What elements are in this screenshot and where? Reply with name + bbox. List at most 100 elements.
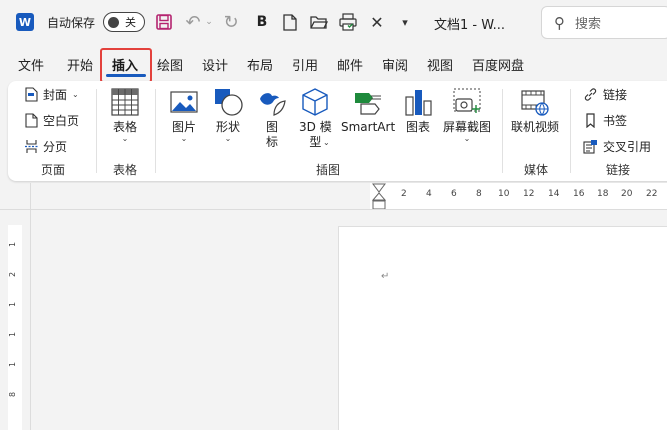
ruler-tick-label: 1 <box>8 241 18 248</box>
insert-tab-highlight-box <box>100 48 152 83</box>
save-icon[interactable] <box>155 13 173 31</box>
smartart-label: SmartArt <box>341 120 396 134</box>
icons-label-line2: 标 <box>265 135 278 149</box>
bookmark-button[interactable]: 书签 <box>583 112 627 129</box>
online-video-label: 联机视频 <box>511 120 560 134</box>
document-page[interactable] <box>338 226 667 430</box>
3d-models-button[interactable]: 3D 模 型 ⌄ <box>299 87 332 150</box>
ruler-tick-label: 2 <box>8 271 18 278</box>
ruler-tick-label: 2 <box>401 189 407 199</box>
page-break-label: 分页 <box>43 140 68 154</box>
group-divider <box>502 89 503 173</box>
group-divider <box>570 89 571 173</box>
redo-icon[interactable]: ↻ <box>222 12 240 33</box>
smartart-icon <box>355 93 382 115</box>
bar-chart-icon <box>405 90 432 116</box>
chart-label: 图表 <box>405 120 430 134</box>
ruler-tick-label: 22 <box>646 189 658 199</box>
group-label-tables: 表格 <box>113 163 138 177</box>
tab-draw[interactable]: 绘图 <box>157 55 183 74</box>
bookmark-icon <box>586 113 595 128</box>
screenshot-label: 屏幕截图 <box>443 120 492 134</box>
link-button[interactable]: 链接 <box>583 86 627 103</box>
vertical-ruler-text-area <box>8 225 22 430</box>
link-label: 链接 <box>603 88 628 102</box>
tab-layout[interactable]: 布局 <box>247 55 273 74</box>
tab-baidu-netdisk[interactable]: 百度网盘 <box>472 55 524 74</box>
tab-home[interactable]: 开始 <box>67 55 93 74</box>
table-label: 表格 <box>112 120 137 134</box>
cross-reference-label: 交叉引用 <box>603 140 652 154</box>
ruler-tick-label: 4 <box>426 189 432 199</box>
autosave-state: 关 <box>125 16 136 29</box>
ruler-tick-label: 1 <box>8 301 18 308</box>
pictures-label: 图片 <box>171 120 196 134</box>
chevron-down-icon: ⌄ <box>224 134 232 143</box>
3d-cube-icon <box>302 88 329 116</box>
cover-page-button[interactable]: 封面 ⌄ <box>25 86 79 103</box>
tab-file[interactable]: 文件 <box>18 55 44 74</box>
open-folder-icon[interactable] <box>310 13 328 31</box>
page-break-button[interactable]: 分页 <box>25 138 67 155</box>
online-video-icon <box>521 90 549 116</box>
bold-button[interactable]: B <box>254 13 270 31</box>
undo-icon[interactable]: ↶ <box>184 12 202 33</box>
group-divider <box>96 89 97 173</box>
online-video-button[interactable]: 联机视频 <box>511 87 559 135</box>
cover-page-icon <box>25 87 38 102</box>
blank-page-label: 空白页 <box>43 114 80 128</box>
indent-marker-icon[interactable] <box>371 183 387 211</box>
chart-button[interactable]: 图表 <box>403 87 433 135</box>
ruler-tick-label: 8 <box>8 391 18 398</box>
undo-dropdown-chevron-icon[interactable]: ⌄ <box>204 14 214 30</box>
ruler-tick-label: 1 <box>8 361 18 368</box>
shapes-button[interactable]: 形状 ⌄ <box>213 87 243 143</box>
tab-view[interactable]: 视图 <box>427 55 453 74</box>
group-label-links: 链接 <box>606 163 631 177</box>
bookmark-label: 书签 <box>603 114 628 128</box>
shapes-icon <box>215 89 243 116</box>
tab-mailings[interactable]: 邮件 <box>337 55 363 74</box>
ruler-divider <box>0 209 667 210</box>
pictures-button[interactable]: 图片 ⌄ <box>169 87 199 143</box>
tab-review[interactable]: 审阅 <box>382 55 408 74</box>
autosave-toggle[interactable]: 关 <box>103 12 145 32</box>
ruler-tick-label: 8 <box>476 189 482 199</box>
close-icon[interactable]: ✕ <box>369 13 385 32</box>
autosave-label: 自动保存 <box>47 16 96 30</box>
customize-toolbar-chevron-icon[interactable]: ▾ <box>398 13 412 31</box>
chevron-down-icon: ⌄ <box>72 89 79 99</box>
cross-reference-button[interactable]: 交叉引用 <box>583 138 651 155</box>
search-placeholder: 搜索 <box>575 17 602 32</box>
smartart-button[interactable]: SmartArt <box>341 87 395 135</box>
table-grid-icon <box>111 88 139 116</box>
group-divider <box>155 89 156 173</box>
search-icon: ⚲ <box>554 13 565 32</box>
paragraph-mark: ↵ <box>381 271 390 282</box>
ruler-tick-label: 18 <box>597 189 609 199</box>
icons-label-line1: 图 <box>265 120 278 134</box>
blank-page-icon <box>25 113 38 128</box>
print-preview-icon[interactable] <box>339 12 357 32</box>
tab-references[interactable]: 引用 <box>292 55 318 74</box>
ruler-tick-label: 20 <box>621 189 633 199</box>
tab-design[interactable]: 设计 <box>202 55 228 74</box>
picture-icon <box>170 91 198 113</box>
cover-page-label: 封面 <box>43 88 68 102</box>
new-document-icon[interactable] <box>282 13 298 31</box>
table-button[interactable]: 表格 ⌄ <box>110 87 140 143</box>
search-input[interactable]: ⚲ 搜索 <box>541 6 667 39</box>
ruler-tick-label: 10 <box>498 189 510 199</box>
document-title: 文档1 - W... <box>434 18 505 33</box>
icons-bird-leaf-icon <box>260 93 286 116</box>
blank-page-button[interactable]: 空白页 <box>25 112 79 129</box>
screenshot-camera-icon <box>453 88 481 113</box>
icons-button[interactable]: 图 标 <box>257 87 287 150</box>
ruler-divider <box>30 183 31 430</box>
ruler-tick-label: 12 <box>523 189 535 199</box>
ruler-tick-label: 16 <box>573 189 585 199</box>
toggle-knob-icon <box>108 16 119 28</box>
screenshot-button[interactable]: 屏幕截图 ⌄ <box>443 87 491 143</box>
ruler-tick-label: 6 <box>451 189 457 199</box>
title-bar: W 自动保存 关 ↶ ⌄ ↻ B ✕ ▾ 文档1 - W... ⚲ 搜索 <box>0 0 667 46</box>
